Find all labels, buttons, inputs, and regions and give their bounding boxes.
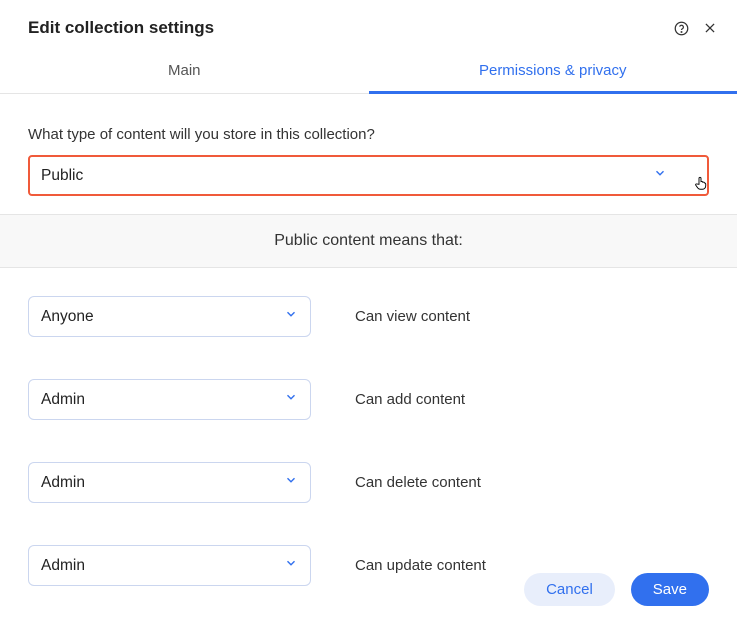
content-type-question: What type of content will you store in t… (28, 126, 709, 143)
modal-title: Edit collection settings (28, 18, 214, 38)
tab-permissions[interactable]: Permissions & privacy (369, 48, 737, 93)
content-area: What type of content will you store in t… (0, 94, 737, 196)
permissions-list: Anyone Can view content Admin Can add co… (0, 268, 737, 586)
tabs: Main Permissions & privacy (0, 48, 737, 94)
permission-label: Can update content (355, 557, 486, 574)
permission-delete-select[interactable]: Admin (28, 462, 311, 503)
chevron-down-icon (653, 166, 667, 185)
close-icon[interactable] (703, 21, 717, 35)
chevron-down-icon (284, 556, 298, 575)
permission-view-select[interactable]: Anyone (28, 296, 311, 337)
chevron-down-icon (284, 473, 298, 492)
chevron-down-icon (284, 390, 298, 409)
modal-header: Edit collection settings (0, 0, 737, 48)
content-type-select[interactable]: Public (28, 155, 709, 196)
header-icons (674, 21, 717, 36)
permission-select-value: Admin (41, 557, 85, 575)
permission-row: Anyone Can view content (28, 296, 709, 337)
permission-row: Admin Can delete content (28, 462, 709, 503)
permission-label: Can add content (355, 391, 465, 408)
tab-main[interactable]: Main (0, 48, 369, 93)
permission-select-value: Anyone (41, 308, 94, 326)
permission-add-select[interactable]: Admin (28, 379, 311, 420)
cancel-button[interactable]: Cancel (524, 573, 615, 606)
permission-select-value: Admin (41, 474, 85, 492)
permission-select-value: Admin (41, 391, 85, 409)
chevron-down-icon (284, 307, 298, 326)
footer: Cancel Save (524, 573, 709, 606)
save-button[interactable]: Save (631, 573, 709, 606)
permission-row: Admin Can add content (28, 379, 709, 420)
permission-label: Can view content (355, 308, 470, 325)
content-type-banner: Public content means that: (0, 214, 737, 268)
permission-update-select[interactable]: Admin (28, 545, 311, 586)
content-type-value: Public (41, 167, 83, 185)
help-icon[interactable] (674, 21, 689, 36)
permission-label: Can delete content (355, 474, 481, 491)
